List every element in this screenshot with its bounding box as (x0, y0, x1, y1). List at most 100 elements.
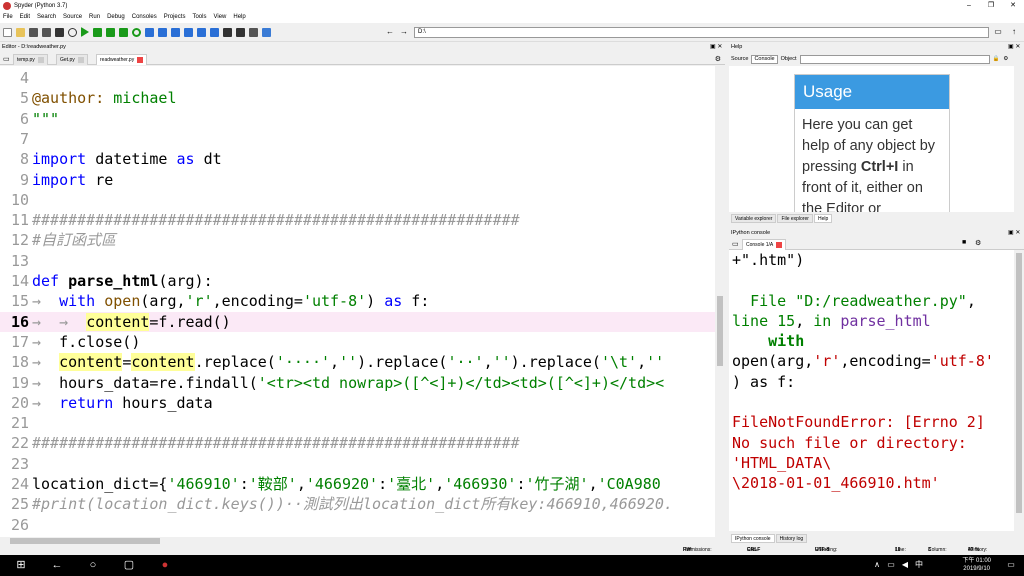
code-line[interactable]: 5 @author: michael (0, 88, 715, 108)
run-icon[interactable] (81, 27, 89, 37)
code-line[interactable]: 13 (0, 251, 715, 271)
code-line[interactable]: 18 → content=content.replace('····','').r… (0, 352, 715, 372)
step-return-icon[interactable] (184, 27, 193, 37)
code-line[interactable]: 4 (0, 68, 715, 88)
tab-file-explorer[interactable]: File explorer (777, 214, 813, 223)
fullscreen-icon[interactable] (236, 27, 245, 37)
list-icon[interactable] (55, 27, 64, 37)
options-gear-icon[interactable]: ⚙ (715, 55, 721, 63)
code-line[interactable]: 16 → → content=f.read() (0, 311, 715, 332)
code-line[interactable]: 23 (0, 454, 715, 474)
editor-horizontal-scrollbar[interactable] (0, 537, 725, 545)
task-view-icon[interactable]: ▢ (122, 558, 136, 572)
parent-folder-icon[interactable]: ↑ (1008, 26, 1020, 38)
options-gear-icon[interactable]: ⚙ (1003, 53, 1008, 65)
console-pane-buttons[interactable]: ▣ ✕ (1008, 229, 1020, 238)
open-file-icon[interactable] (16, 27, 25, 37)
console-tab[interactable]: Console 1/A (742, 239, 787, 250)
code-line[interactable]: 19 → hours_data=re.findall('<tr><td nowra… (0, 373, 715, 393)
at-icon[interactable] (68, 27, 77, 37)
code-line[interactable]: 15 → with open(arg,'r',encoding='utf-8') … (0, 291, 715, 311)
windows-start-icon[interactable]: ⊞ (14, 558, 28, 572)
code-line[interactable]: 22 ######################################… (0, 433, 715, 453)
console-scrollbar[interactable] (1014, 250, 1024, 531)
menu-item[interactable]: Search (37, 14, 56, 20)
working-directory-input[interactable]: D:\ (414, 27, 989, 38)
volume-icon[interactable]: ◀ (898, 558, 912, 572)
network-icon[interactable]: ▭ (884, 558, 898, 572)
stop-debug-icon[interactable] (210, 27, 219, 37)
code-line[interactable]: 17 → f.close() (0, 332, 715, 352)
tab-variable-explorer[interactable]: Variable explorer (731, 214, 777, 223)
close-tab-icon[interactable] (37, 56, 44, 63)
browse-tabs-icon[interactable]: ▭ (3, 55, 10, 63)
step-into-icon[interactable] (171, 27, 180, 37)
continue-icon[interactable] (197, 27, 206, 37)
menu-item[interactable]: Projects (164, 14, 186, 20)
code-line[interactable]: 21 (0, 413, 715, 433)
code-line[interactable]: 10 (0, 190, 715, 210)
run-cell-icon[interactable] (93, 27, 102, 37)
help-pane-buttons[interactable]: ▣ ✕ (1008, 43, 1020, 52)
search-icon[interactable]: ○ (86, 558, 100, 572)
back-arrow-icon[interactable]: ← (50, 558, 64, 572)
run-cell-advance-icon[interactable] (106, 27, 115, 37)
code-line[interactable]: 25 #print(location_dict.keys())··測試列出loca… (0, 494, 715, 514)
close-tab-icon[interactable] (77, 56, 84, 63)
clock[interactable]: 下午 01:00 2019/9/10 (962, 557, 991, 573)
code-editor[interactable]: 4 5 @author: michael 6 """ 7 8 import datetime … (0, 66, 715, 537)
menu-item[interactable]: Consoles (132, 14, 157, 20)
code-line[interactable]: 7 (0, 129, 715, 149)
tab-help[interactable]: Help (813, 214, 833, 223)
help-scrollbar[interactable] (1014, 66, 1024, 212)
menu-item[interactable]: Help (233, 14, 245, 20)
ime-icon[interactable]: 中 (912, 558, 926, 572)
back-icon[interactable]: ← (384, 26, 396, 38)
code-line[interactable]: 24 location_dict={'466910':'鞍部','466920':… (0, 474, 715, 494)
code-line[interactable]: 9 import re (0, 170, 715, 190)
minimize-button[interactable]: – (958, 0, 980, 11)
forward-icon[interactable]: → (398, 26, 410, 38)
close-tab-icon[interactable] (137, 56, 144, 63)
menu-item[interactable]: Run (89, 14, 100, 20)
code-line[interactable]: 26 (0, 515, 715, 535)
close-button[interactable]: ✕ (1002, 0, 1024, 11)
menu-item[interactable]: Tools (192, 14, 206, 20)
debug-icon[interactable] (145, 27, 154, 37)
save-icon[interactable] (29, 27, 38, 37)
new-file-icon[interactable] (3, 27, 12, 37)
browse-folder-icon[interactable]: ▭ (992, 26, 1004, 38)
code-line[interactable]: 20 → return hours_data (0, 393, 715, 413)
tray-up-icon[interactable]: ∧ (870, 558, 884, 572)
tab-history-log[interactable]: History log (775, 534, 808, 543)
stop-kernel-icon[interactable]: ■ (962, 239, 966, 246)
code-line[interactable]: 11 ######################################… (0, 210, 715, 230)
code-line[interactable]: 6 """ (0, 109, 715, 129)
maximize-button[interactable]: ❐ (980, 0, 1002, 11)
close-tab-icon[interactable] (776, 241, 783, 248)
code-line[interactable]: 12 #自訂函式區 (0, 230, 715, 250)
maximize-pane-icon[interactable] (223, 27, 232, 37)
object-input[interactable] (799, 54, 990, 64)
menu-item[interactable]: View (213, 14, 226, 20)
save-all-icon[interactable] (42, 27, 51, 37)
editor-pane-buttons[interactable]: ▣ ✕ (710, 43, 722, 52)
python-path-icon[interactable] (262, 27, 271, 37)
menu-item[interactable]: Source (63, 14, 82, 20)
menu-item[interactable]: Edit (20, 14, 30, 20)
rerun-icon[interactable] (132, 27, 141, 37)
ipython-console[interactable]: +".htm") File "D:/readweather.py", line 1… (729, 250, 1014, 531)
scroll-thumb[interactable] (717, 296, 723, 366)
step-icon[interactable] (158, 27, 167, 37)
tab-ipython-console[interactable]: IPython console (731, 534, 775, 543)
lock-icon[interactable]: 🔒 (993, 53, 1000, 65)
source-select[interactable]: Console (751, 54, 778, 64)
browse-tabs-icon[interactable]: ▭ (732, 240, 739, 248)
scroll-thumb[interactable] (1016, 253, 1022, 513)
notification-icon[interactable]: ▭ (1004, 558, 1018, 572)
editor-tab[interactable]: temp.py (13, 54, 48, 65)
preferences-icon[interactable] (249, 27, 258, 37)
spyder-task-icon[interactable]: ● (158, 558, 172, 572)
editor-vertical-scrollbar[interactable] (715, 66, 725, 537)
menu-item[interactable]: File (3, 14, 13, 20)
